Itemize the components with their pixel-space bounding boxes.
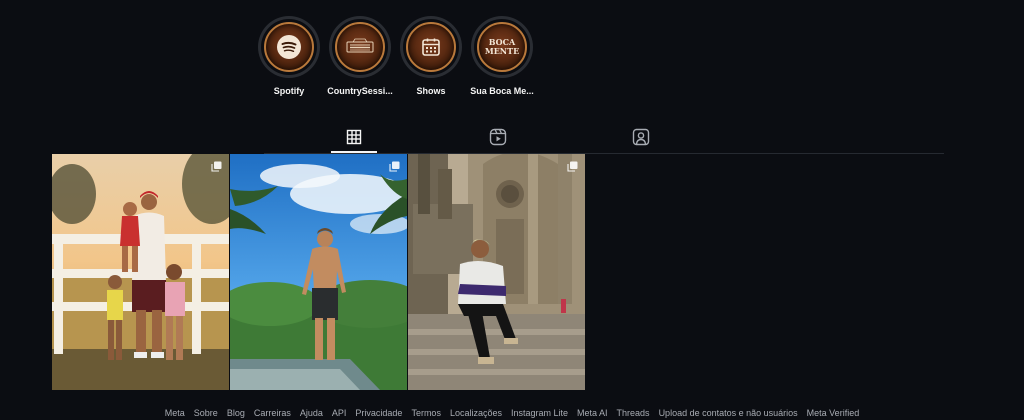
- highlight-label: Shows: [416, 86, 446, 96]
- footer-link-threads[interactable]: Threads: [617, 408, 650, 418]
- tagged-user-icon: [632, 128, 650, 146]
- story-highlights: Spotify CountrySessi... Shows BOCA MENTE…: [258, 16, 534, 96]
- footer-link-instagram-lite[interactable]: Instagram Lite: [511, 408, 568, 418]
- footer-link-meta[interactable]: Meta: [165, 408, 185, 418]
- tab-reels[interactable]: [488, 127, 508, 147]
- post-image: [230, 154, 407, 390]
- post-beach-photo[interactable]: [230, 154, 407, 390]
- posts-grid: [52, 154, 585, 390]
- footer-link-api[interactable]: API: [332, 408, 347, 418]
- grid-icon: [346, 129, 362, 145]
- profile-page: Spotify CountrySessi... Shows BOCA MENTE…: [0, 0, 1024, 420]
- reels-icon: [489, 128, 507, 146]
- highlight-label: CountrySessi...: [327, 86, 393, 96]
- spotify-icon: [277, 35, 301, 59]
- highlight-label: Sua Boca Me...: [470, 86, 534, 96]
- footer-link-sobre[interactable]: Sobre: [194, 408, 218, 418]
- carousel-icon: [211, 161, 222, 172]
- footer-link-privacidade[interactable]: Privacidade: [355, 408, 402, 418]
- footer-link-carreiras[interactable]: Carreiras: [254, 408, 291, 418]
- country-sessions-logo-icon: [346, 38, 374, 53]
- highlight-shows[interactable]: Shows: [400, 16, 462, 96]
- post-image: [52, 154, 229, 390]
- footer-link-localizacoes[interactable]: Localizações: [450, 408, 502, 418]
- footer-link-blog[interactable]: Blog: [227, 408, 245, 418]
- highlight-countrysessions[interactable]: CountrySessi...: [327, 16, 393, 96]
- active-tab-indicator: [331, 151, 377, 153]
- footer-link-ajuda[interactable]: Ajuda: [300, 408, 323, 418]
- highlight-label: Spotify: [273, 86, 305, 96]
- calendar-icon: [422, 38, 440, 56]
- footer-link-termos[interactable]: Termos: [411, 408, 441, 418]
- sua-boca-mente-logo-icon: BOCA MENTE: [485, 37, 519, 56]
- footer-link-meta-verified[interactable]: Meta Verified: [807, 408, 860, 418]
- logo-text-bottom: MENTE: [485, 46, 519, 56]
- post-family-photo[interactable]: [52, 154, 229, 390]
- footer-links: Meta Sobre Blog Carreiras Ajuda API Priv…: [0, 408, 1024, 418]
- highlight-spotify[interactable]: Spotify: [258, 16, 320, 96]
- footer-link-meta-ai[interactable]: Meta AI: [577, 408, 608, 418]
- tab-tagged[interactable]: [631, 127, 651, 147]
- highlight-sua-boca-mente[interactable]: BOCA MENTE Sua Boca Me...: [470, 16, 534, 96]
- footer-link-upload-contatos[interactable]: Upload de contatos e não usuários: [659, 408, 798, 418]
- tab-posts[interactable]: [344, 127, 364, 147]
- post-image: [408, 154, 585, 390]
- carousel-icon: [389, 161, 400, 172]
- carousel-icon: [567, 161, 578, 172]
- post-cathedral-photo[interactable]: [408, 154, 585, 390]
